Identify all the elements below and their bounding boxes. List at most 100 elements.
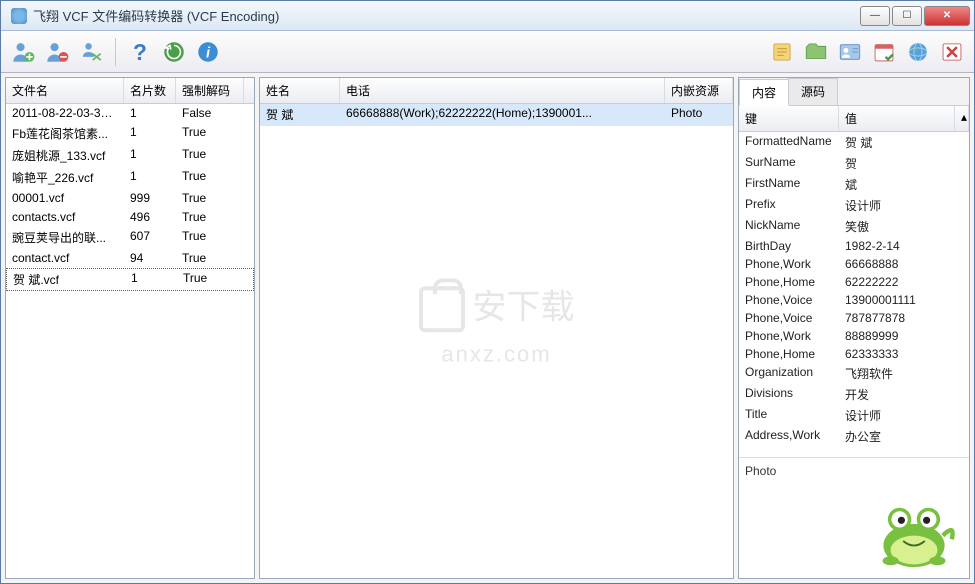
detail-row[interactable]: Divisions开发 [739, 384, 969, 405]
col-name[interactable]: 姓名 [260, 78, 340, 103]
card-row[interactable]: 贺 斌66668888(Work);62222222(Home);1390001… [260, 104, 733, 126]
detail-key: Phone,Home [739, 273, 839, 291]
col-forcedecode[interactable]: 强制解码 [176, 78, 244, 103]
detail-row[interactable]: Title设计师 [739, 405, 969, 426]
close-button[interactable] [924, 6, 970, 26]
detail-value: 贺 [839, 153, 969, 174]
file-row[interactable]: 00001.vcf999True [6, 189, 254, 208]
file-list-body[interactable]: 2011-08-22-03-31-...1FalseFb莲花阁茶馆素...1Tr… [6, 104, 254, 578]
file-list-header: 文件名 名片数 强制解码 [6, 78, 254, 104]
detail-value: 66668888 [839, 255, 969, 273]
col-phone[interactable]: 电话 [340, 78, 665, 103]
detail-key: Divisions [739, 384, 839, 405]
file-row[interactable]: 贺 斌.vcf1True [6, 268, 254, 291]
file-row[interactable]: 庞姐桃源_133.vcf1True [6, 145, 254, 167]
col-resource[interactable]: 内嵌资源 [665, 78, 733, 103]
info-icon[interactable]: i [194, 38, 222, 66]
detail-panel: 内容 源码 键 值 ▴ FormattedName贺 斌SurName贺Firs… [738, 77, 970, 579]
photo-label: Photo [745, 464, 963, 478]
app-window: 飞翔 VCF 文件编码转换器 (VCF Encoding) ? i [0, 0, 975, 584]
detail-key: Phone,Work [739, 255, 839, 273]
detail-row[interactable]: Phone,Voice787877878 [739, 309, 969, 327]
file-name: 豌豆荚导出的联... [6, 227, 124, 248]
file-decode: True [176, 123, 244, 144]
detail-row[interactable]: FirstName斌 [739, 174, 969, 195]
detail-value: 设计师 [839, 405, 969, 426]
detail-row[interactable]: FormattedName贺 斌 [739, 132, 969, 153]
svg-text:?: ? [133, 39, 147, 65]
detail-row[interactable]: Phone,Home62222222 [739, 273, 969, 291]
file-name: contacts.vcf [6, 208, 124, 226]
detail-row[interactable]: Phone,Voice13900001111 [739, 291, 969, 309]
detail-key: Phone,Work [739, 327, 839, 345]
detail-row[interactable]: Phone,Work66668888 [739, 255, 969, 273]
detail-value: 斌 [839, 174, 969, 195]
toolbar: ? i [1, 31, 974, 73]
globe-icon[interactable] [904, 38, 932, 66]
card-list-body[interactable]: 贺 斌66668888(Work);62222222(Home);1390001… [260, 104, 733, 578]
detail-key: BirthDay [739, 237, 839, 255]
detail-key: NickName [739, 216, 839, 237]
detail-row[interactable]: BirthDay1982-2-14 [739, 237, 969, 255]
folder-icon[interactable] [802, 38, 830, 66]
calendar-icon[interactable] [870, 38, 898, 66]
maximize-button[interactable] [892, 6, 922, 26]
file-cardcount: 496 [124, 208, 176, 226]
add-user-icon[interactable] [9, 38, 37, 66]
detail-value: 62333333 [839, 345, 969, 363]
detail-row[interactable]: Phone,Home62333333 [739, 345, 969, 363]
delete-icon[interactable] [938, 38, 966, 66]
file-list-panel: 文件名 名片数 强制解码 2011-08-22-03-31-...1FalseF… [5, 77, 255, 579]
app-icon [11, 8, 27, 24]
detail-key: FirstName [739, 174, 839, 195]
file-decode: True [176, 249, 244, 267]
col-scroll-up[interactable]: ▴ [955, 106, 969, 131]
file-cardcount: 1 [124, 104, 176, 122]
tab-content[interactable]: 内容 [739, 79, 789, 106]
detail-grid[interactable]: 键 值 ▴ FormattedName贺 斌SurName贺FirstName斌… [739, 106, 969, 458]
file-cardcount: 607 [124, 227, 176, 248]
content-area: 文件名 名片数 强制解码 2011-08-22-03-31-...1FalseF… [1, 73, 974, 583]
detail-row[interactable]: Address,Work办公室 [739, 426, 969, 447]
photo-image [869, 496, 959, 568]
notes-icon[interactable] [768, 38, 796, 66]
help-icon[interactable]: ? [126, 38, 154, 66]
file-decode: False [176, 104, 244, 122]
contact-card-icon[interactable] [836, 38, 864, 66]
remove-user-icon[interactable] [43, 38, 71, 66]
file-row[interactable]: contacts.vcf496True [6, 208, 254, 227]
col-value[interactable]: 值 [839, 106, 955, 131]
titlebar[interactable]: 飞翔 VCF 文件编码转换器 (VCF Encoding) [1, 1, 974, 31]
refresh-icon[interactable] [160, 38, 188, 66]
file-cardcount: 1 [124, 145, 176, 166]
photo-area: Photo [739, 458, 969, 578]
minimize-button[interactable] [860, 6, 890, 26]
detail-key: SurName [739, 153, 839, 174]
detail-value: 787877878 [839, 309, 969, 327]
file-decode: True [176, 167, 244, 188]
detail-row[interactable]: SurName贺 [739, 153, 969, 174]
file-cardcount: 1 [124, 123, 176, 144]
detail-row[interactable]: NickName笑傲 [739, 216, 969, 237]
file-cardcount: 1 [125, 269, 177, 290]
detail-key: Title [739, 405, 839, 426]
file-cardcount: 94 [124, 249, 176, 267]
file-row[interactable]: 喻艳平_226.vcf1True [6, 167, 254, 189]
file-name: 2011-08-22-03-31-... [6, 104, 124, 122]
detail-row[interactable]: Phone,Work88889999 [739, 327, 969, 345]
file-decode: True [176, 208, 244, 226]
file-row[interactable]: 豌豆荚导出的联...607True [6, 227, 254, 249]
col-cardcount[interactable]: 名片数 [124, 78, 176, 103]
file-row[interactable]: 2011-08-22-03-31-...1False [6, 104, 254, 123]
swap-user-icon[interactable] [77, 38, 105, 66]
file-row[interactable]: Fb莲花阁茶馆素...1True [6, 123, 254, 145]
col-filename[interactable]: 文件名 [6, 78, 124, 103]
detail-row[interactable]: Organization飞翔软件 [739, 363, 969, 384]
file-row[interactable]: contact.vcf94True [6, 249, 254, 268]
card-list-header: 姓名 电话 内嵌资源 [260, 78, 733, 104]
detail-row[interactable]: Prefix设计师 [739, 195, 969, 216]
col-key[interactable]: 键 [739, 106, 839, 131]
file-name: Fb莲花阁茶馆素... [6, 123, 124, 144]
tab-source[interactable]: 源码 [788, 78, 838, 105]
detail-value: 88889999 [839, 327, 969, 345]
